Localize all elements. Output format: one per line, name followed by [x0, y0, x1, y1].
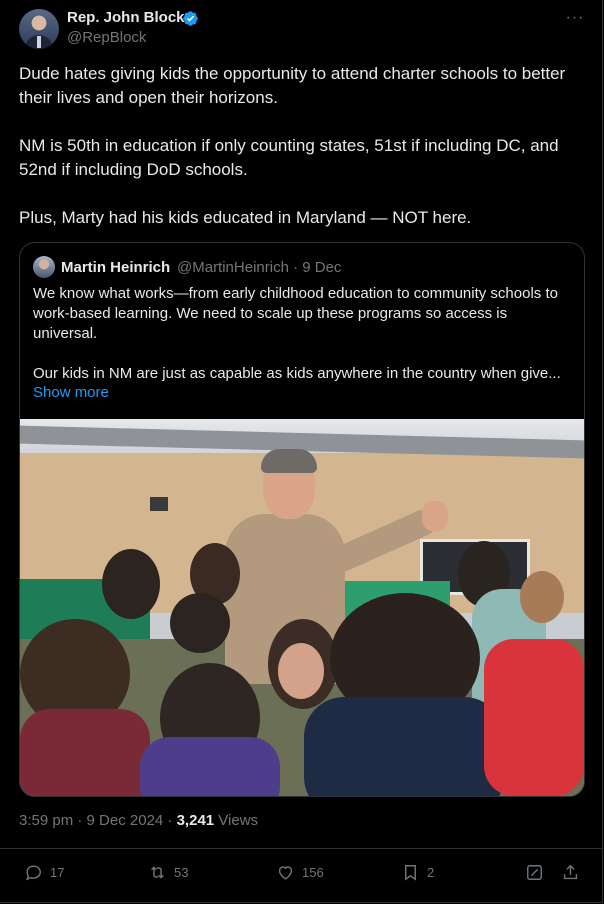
grok-icon [527, 865, 542, 880]
views-count: 3,241 [176, 812, 215, 829]
repost-icon [151, 866, 164, 879]
repost-button[interactable]: 53 [148, 863, 188, 882]
bookmark-icon [405, 865, 416, 881]
quoted-author-avatar [33, 256, 55, 278]
quoted-tweet-text: We know what works—from early childhood … [33, 284, 573, 384]
action-bar: 17 53 156 2 [0, 848, 602, 897]
tweet-detail: Rep. John Block @RepBlock ··· Dude hates… [0, 0, 603, 903]
repost-count: 53 [174, 865, 189, 880]
share-icon [563, 864, 578, 880]
share-button[interactable] [561, 863, 587, 882]
show-more-link[interactable]: Show more [33, 384, 109, 401]
tweet-paragraph: Plus, Marty had his kids educated in Mar… [19, 208, 472, 227]
like-button[interactable]: 156 [276, 863, 324, 882]
like-count: 156 [302, 865, 324, 880]
author-handle[interactable]: @RepBlock [67, 29, 146, 46]
grok-button[interactable] [525, 863, 551, 882]
reply-button[interactable]: 17 [24, 863, 64, 882]
quoted-tweet-photo[interactable] [20, 419, 584, 796]
quoted-author-handle-date: @MartinHeinrich · 9 Dec [177, 259, 342, 276]
timestamp[interactable]: 3:59 pm · 9 Dec 2024 · [19, 812, 177, 829]
heart-icon [278, 866, 293, 880]
more-options-icon[interactable]: ··· [565, 10, 585, 26]
quoted-tweet-card[interactable]: Martin Heinrich @MartinHeinrich · 9 Dec … [19, 242, 585, 797]
tweet-paragraph: NM is 50th in education if only counting… [19, 136, 559, 179]
author-display-name[interactable]: Rep. John Block [67, 9, 185, 26]
tweet-text: Dude hates giving kids the opportunity t… [19, 62, 589, 254]
author-avatar[interactable] [19, 9, 59, 49]
quoted-author-name: Martin Heinrich [61, 259, 171, 276]
quoted-paragraph: We know what works—from early childhood … [33, 285, 558, 342]
quoted-paragraph-truncated: Our kids in NM are just as capable as ki… [33, 365, 561, 382]
bookmark-button[interactable]: 2 [401, 863, 434, 882]
reply-icon [25, 865, 41, 881]
verified-badge-icon [183, 11, 198, 26]
tweet-meta: 3:59 pm · 9 Dec 2024 · 3,241 Views [19, 812, 258, 829]
tweet-paragraph: Dude hates giving kids the opportunity t… [19, 64, 566, 107]
reply-count: 17 [50, 865, 65, 880]
bookmark-count: 2 [427, 865, 435, 880]
views-label: Views [214, 812, 259, 829]
